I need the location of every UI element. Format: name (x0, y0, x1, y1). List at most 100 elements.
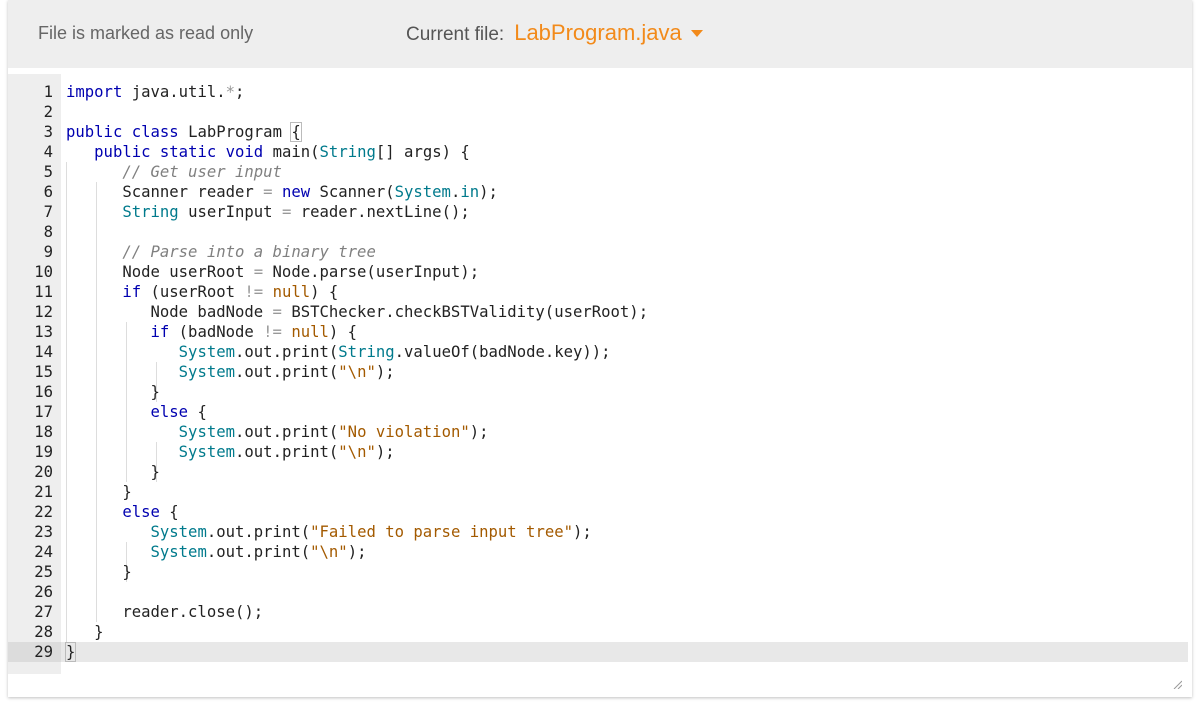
code-line[interactable]: 28 } (8, 622, 1188, 642)
code-line[interactable]: 3 public class LabProgram { (8, 122, 1188, 142)
code-token: else (122, 503, 160, 521)
code-line[interactable]: 8 (8, 222, 1188, 242)
read-only-notice: File is marked as read only (38, 23, 254, 43)
code-line[interactable]: 9 // Parse into a binary tree (8, 242, 1188, 262)
line-number: 18 (34, 423, 53, 441)
code-text: } (66, 622, 103, 642)
code-text: System.out.print(String.valueOf(badNode.… (66, 342, 611, 362)
code-line[interactable]: 11 if (userRoot != null) { (8, 282, 1188, 302)
code-line[interactable]: 5 // Get user input (8, 162, 1188, 182)
code-line[interactable]: 2 (8, 102, 1188, 122)
code-line[interactable]: 22 else { (8, 502, 1188, 522)
code-token: Node badNode (66, 303, 273, 321)
code-line[interactable]: 1 import java.util.*; (8, 82, 1188, 102)
line-number: 23 (34, 523, 53, 541)
code-editor[interactable]: 1 import java.util.*; 2 3 public class LabPr… (8, 74, 1188, 674)
line-number: 3 (43, 123, 53, 141)
code-text: if (badNode != null) { (66, 322, 358, 342)
code-line[interactable]: 19 System.out.print("\n"); (8, 442, 1188, 462)
code-token: in (460, 183, 480, 201)
code-token: * (225, 83, 236, 101)
code-token: ); (375, 363, 395, 381)
line-number: 10 (34, 263, 53, 281)
code-line[interactable]: 26 (8, 582, 1188, 602)
line-number: 14 (34, 343, 53, 361)
code-text: // Get user input (66, 162, 282, 182)
code-token: .out.print( (235, 363, 339, 381)
code-line[interactable]: 24 System.out.print("\n"); (8, 542, 1188, 562)
code-line[interactable]: 23 System.out.print("Failed to parse inp… (8, 522, 1188, 542)
line-number: 7 (43, 203, 53, 221)
code-token: Scanner( (310, 183, 395, 201)
current-file-selector[interactable]: Current file: LabProgram.java (406, 20, 703, 46)
code-token: ) { (328, 323, 358, 341)
code-line[interactable]: 15 System.out.print("\n"); (8, 362, 1188, 382)
code-line[interactable]: 4 public static void main(String[] args)… (8, 142, 1188, 162)
code-token: System (178, 363, 236, 381)
code-line[interactable]: 20 } (8, 462, 1188, 482)
code-token: BSTChecker.checkBSTValidity(userRoot); (281, 303, 649, 321)
resize-grip-icon[interactable] (1172, 679, 1182, 689)
line-number: 26 (34, 583, 53, 601)
code-token: System (150, 523, 207, 541)
code-token: // Get user input (122, 163, 282, 181)
code-token: ); (479, 183, 498, 201)
line-number: 11 (34, 283, 53, 301)
code-token: reader.close(); (66, 603, 264, 621)
code-token: .out.print( (206, 523, 311, 541)
code-token: } (66, 483, 132, 501)
code-token: = (253, 263, 264, 281)
code-line[interactable]: 21 } (8, 482, 1188, 502)
code-line[interactable]: 17 else { (8, 402, 1188, 422)
code-token: String (319, 143, 376, 161)
code-line[interactable]: 10 Node userRoot = Node.parse(userInput)… (8, 262, 1188, 282)
code-token: "\n" (338, 363, 376, 381)
code-line[interactable]: 13 if (badNode != null) { (8, 322, 1188, 342)
line-number: 24 (34, 543, 53, 561)
line-number: 9 (43, 243, 53, 261)
line-number: 2 (43, 103, 53, 121)
code-token: } (66, 383, 160, 401)
code-line[interactable]: 18 System.out.print("No violation"); (8, 422, 1188, 442)
code-token: class (131, 123, 179, 141)
code-line[interactable]: 29} (8, 642, 1188, 662)
code-token: "\n" (310, 543, 348, 561)
code-token: static (159, 143, 217, 161)
code-token: (badNode (169, 323, 264, 341)
code-line[interactable]: 27 reader.close(); (8, 602, 1188, 622)
code-token: String (338, 343, 395, 361)
code-token: .out.print( (235, 343, 339, 361)
code-token: ) { (310, 283, 339, 301)
code-token: (userRoot (141, 283, 245, 301)
code-text: String userInput = reader.nextLine(); (66, 202, 469, 222)
code-line[interactable]: 12 Node badNode = BSTChecker.checkBSTVal… (8, 302, 1188, 322)
code-line[interactable]: 16 } (8, 382, 1188, 402)
code-line[interactable]: 14 System.out.print(String.valueOf(badNo… (8, 342, 1188, 362)
line-number: 22 (34, 503, 53, 521)
code-line[interactable]: 25 } (8, 562, 1188, 582)
code-token: .out.print( (235, 443, 339, 461)
code-token: .valueOf(badNode.key)); (394, 343, 611, 361)
code-token: = (281, 203, 292, 221)
code-token: void (225, 143, 264, 161)
code-token: [] args) { (375, 143, 470, 161)
code-line[interactable]: 7 String userInput = reader.nextLine(); (8, 202, 1188, 222)
current-file-name[interactable]: LabProgram.java (514, 20, 682, 46)
code-token: String (122, 203, 179, 221)
code-text: System.out.print("Failed to parse input … (66, 522, 592, 542)
code-token: .out.print( (235, 423, 339, 441)
code-line[interactable]: 6 Scanner reader = new Scanner(System.in… (8, 182, 1188, 202)
code-token: new (281, 183, 311, 201)
code-text: if (userRoot != null) { (66, 282, 338, 302)
code-token: ; (235, 83, 245, 101)
line-number: 16 (34, 383, 53, 401)
file-header: File is marked as read only Current file… (8, 0, 1192, 68)
code-text: Node userRoot = Node.parse(userInput); (66, 262, 479, 282)
chevron-down-icon[interactable] (690, 30, 703, 37)
code-token: ); (347, 543, 367, 561)
